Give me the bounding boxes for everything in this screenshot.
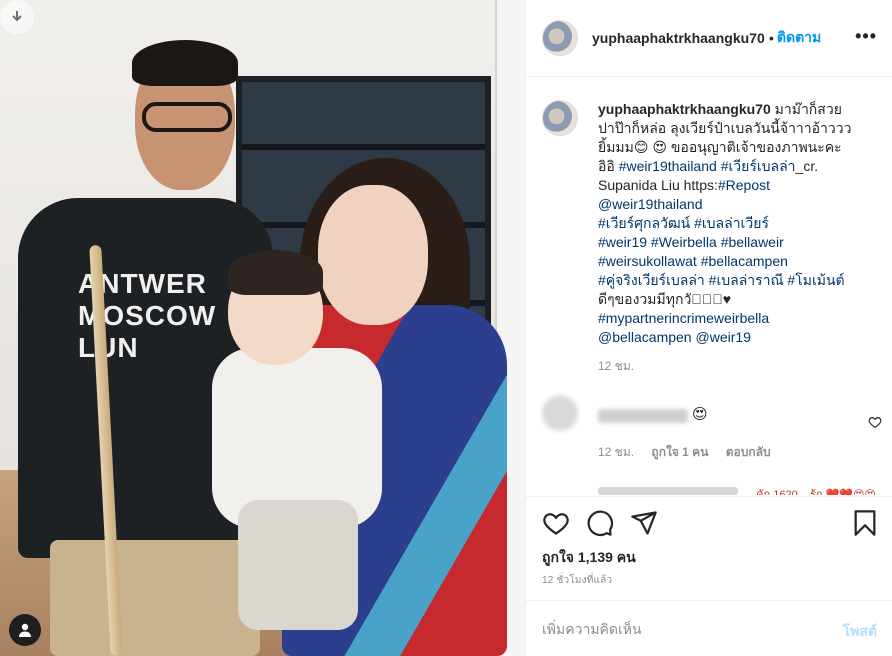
share-icon[interactable] (630, 509, 658, 537)
user-tag-icon[interactable] (9, 614, 41, 646)
caption-text: yuphaaphaktrkhaangku70 มาม๊าก็สวย ปาป๊าก… (598, 100, 868, 347)
hashtag-link[interactable]: #คู่จริงเวียร์เบลล่า (598, 272, 705, 288)
hashtag-link[interactable]: @weir19 (696, 329, 751, 345)
baby-hair (228, 250, 323, 295)
likes-count[interactable]: ถูกใจ 1,139 คน (542, 547, 636, 569)
hashtag-link[interactable]: @bellacampen (598, 329, 692, 345)
hashtag-link[interactable]: #Repost (718, 177, 770, 193)
hashtag-link[interactable]: #โมเม้นต์ (787, 272, 844, 288)
hashtag-link[interactable]: #เวียร์ศุกลวัฒน์ (598, 215, 690, 231)
comment-text: 😍 (692, 406, 708, 423)
add-comment-bar: โพสต์ (526, 600, 892, 656)
action-bar: ถูกใจ 1,139 คน 12 ชั่วโมงที่แล้ว (526, 496, 892, 596)
man-shorts (50, 540, 260, 656)
cabinet-shelf (242, 144, 485, 150)
hashtag-link[interactable]: #weir19thailand (619, 158, 717, 174)
woman-face (318, 185, 428, 325)
comment-time[interactable]: 12 ชม. (598, 445, 634, 459)
hashtag-link[interactable]: @weir19thailand (598, 196, 703, 212)
comment-likes[interactable]: ถูกใจ 1 คน (651, 445, 708, 459)
peek-text: ...คัก 1620 ...ร้ก ❤️❤️😍😍 (747, 489, 876, 495)
hashtag-link[interactable]: #mypartnerincrimeweirbella (598, 310, 769, 326)
post-header: yuphaaphaktrkhaangku70 • ติดตาม ••• (526, 0, 892, 77)
post-photo[interactable]: ANTWER MOSCOW LUN (0, 0, 525, 656)
hashtag-link[interactable]: #เบลล่าเวียร์ (694, 215, 769, 231)
reply-button[interactable]: ตอบกลับ (726, 445, 771, 459)
hashtag-link[interactable]: #เวียร์เบลล่า (721, 158, 796, 174)
header-username[interactable]: yuphaaphaktrkhaangku70 (592, 30, 766, 46)
man-hair (132, 40, 238, 86)
post-button[interactable]: โพสต์ (843, 621, 877, 643)
heart-icon[interactable] (868, 415, 882, 429)
avatar[interactable] (542, 20, 578, 56)
download-icon[interactable] (0, 0, 34, 34)
caption-time: 12 ชม. (598, 359, 635, 373)
hashtag-link[interactable]: #bellaweir (721, 234, 784, 250)
post-details-panel: yuphaaphaktrkhaangku70 • ติดตาม ••• yuph… (525, 0, 892, 656)
caption-segment: ดีๆของวมมีทุกวัน🏻🏽♥ (598, 291, 732, 307)
more-icon[interactable]: ••• (855, 26, 877, 47)
hashtag-link[interactable]: #bellacampen (701, 253, 788, 269)
hashtag-link[interactable]: #weir19 (598, 234, 647, 250)
avatar[interactable] (542, 100, 578, 136)
hashtag-link[interactable]: #weirsukollawat (598, 253, 697, 269)
comment-item: 😍 12 ชม. ถูกใจ 1 คน ตอบกลับ (542, 395, 882, 459)
heart-icon[interactable] (542, 509, 570, 537)
glasses (142, 102, 232, 132)
comment-icon[interactable] (586, 509, 614, 537)
comment-username[interactable] (598, 409, 688, 423)
post-timestamp[interactable]: 12 ชั่วโมงที่แล้ว (542, 573, 612, 588)
comment-meta: 12 ชม. ถูกใจ 1 คน ตอบกลับ (598, 443, 785, 462)
hashtag-link[interactable]: #Weirbella (651, 234, 717, 250)
baby-pants (238, 500, 358, 630)
bookmark-icon[interactable] (851, 509, 879, 537)
avatar[interactable] (542, 395, 578, 431)
follow-button[interactable]: ติดตาม (777, 27, 821, 49)
comment-input[interactable] (542, 617, 812, 641)
separator-dot: • (769, 30, 774, 46)
hashtag-link[interactable]: #เบลล่าราณี (709, 272, 784, 288)
caption: yuphaaphaktrkhaangku70 มาม๊าก็สวย ปาป๊าก… (542, 100, 882, 376)
next-comment-peek: ...คัก 1620 ...ร้ก ❤️❤️😍😍 (542, 485, 882, 495)
peek-username (598, 487, 738, 495)
caption-username[interactable]: yuphaaphaktrkhaangku70 (598, 101, 771, 117)
